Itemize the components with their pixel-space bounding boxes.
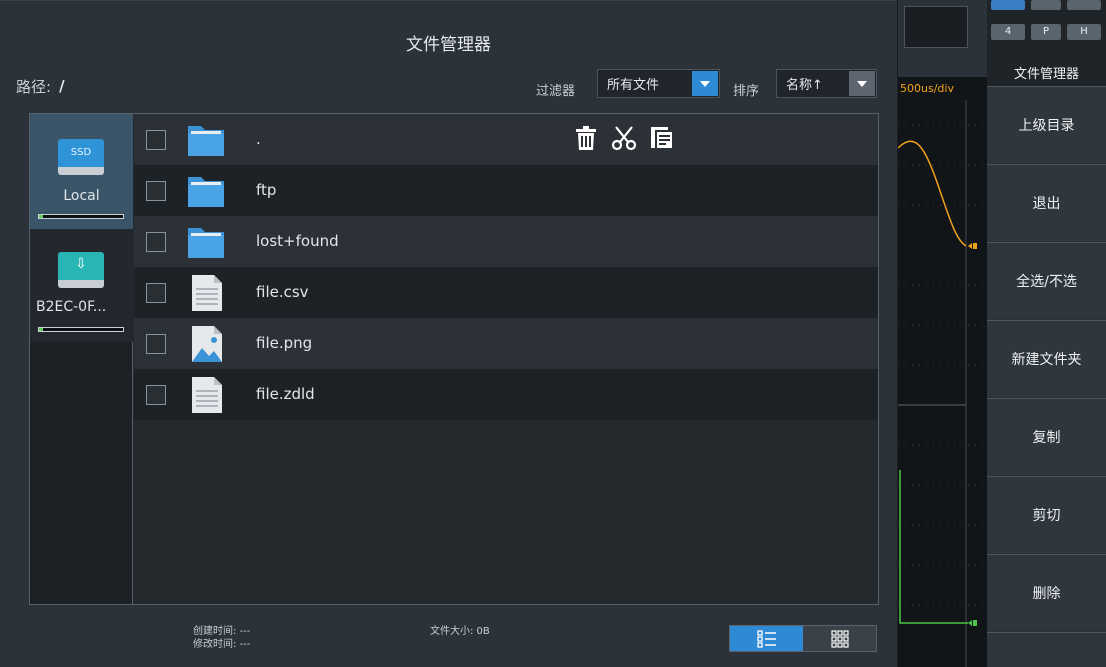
timebase-label: 500us/div [900,82,954,95]
channel-indicator [1031,0,1061,10]
path-bar: 路径: / [16,71,65,101]
menu-item-new-folder[interactable]: 新建文件夹 [987,320,1106,397]
filter-value: 所有文件 [607,78,660,93]
trigger-marker-icon [968,243,972,249]
menu-title: 文件管理器 [1013,67,1079,82]
menu-item-cut[interactable]: 剪切 [987,476,1106,553]
filter-select[interactable]: 所有文件 [597,69,720,98]
menu-item-select-all[interactable]: 全选/不选 [987,242,1106,319]
menu-item-copy[interactable]: 复制 [987,398,1106,475]
chevron-down-icon[interactable] [692,71,718,96]
checkbox[interactable] [146,283,166,303]
folder-icon [188,228,224,258]
menu-item-delete[interactable]: 删除 [987,554,1106,631]
file-manager-dialog: 文件管理器 路径: / 过滤器 所有文件 排序 名称↑ SSD Local ⇩ … [0,0,897,667]
document-icon [192,275,222,311]
trace-2 [899,470,968,624]
sort-value: 名称↑ [786,78,823,93]
scissors-icon[interactable] [610,124,638,152]
grid-view-icon [830,629,849,648]
file-actions [572,124,676,152]
file-name: lost+found [256,232,339,250]
channel-indicator [991,0,1025,10]
modified-time: 修改时间: --- [193,639,251,650]
menu-item-exit[interactable]: 退出 [987,164,1106,241]
list-view-icon [756,629,776,648]
channel-button[interactable]: 4 [991,24,1025,40]
ssd-icon-label: SSD [70,147,92,158]
scope-display [898,0,987,667]
list-item[interactable]: . [134,114,878,165]
grid-view-button[interactable] [803,626,876,651]
path-value: / [59,77,65,95]
list-item[interactable]: file.csv [134,267,878,318]
channel-button[interactable]: P [1031,24,1061,40]
list-item[interactable]: file.png [134,318,878,369]
file-list: . ftp lost+found file.csv file.png file.… [134,114,878,604]
drive-sidebar: SSD Local ⇩ B2EC-0F... [30,114,133,604]
waveform-overview [904,6,968,48]
chevron-down-icon[interactable] [849,71,875,96]
menu-item-parent-dir[interactable]: 上级目录 [987,86,1106,163]
list-item[interactable]: ftp [134,165,878,216]
usb-drive-icon: ⇩ [58,252,104,288]
checkbox[interactable] [146,334,166,354]
file-name: . [256,130,261,148]
dialog-title: 文件管理器 [406,35,491,55]
file-name: file.zdld [256,385,315,403]
waveform-plot [898,100,987,667]
drive-local[interactable]: SSD Local [30,114,133,229]
folder-icon [188,126,224,156]
channel-button[interactable]: H [1067,24,1101,40]
folder-icon [188,177,224,207]
trash-icon[interactable] [572,124,600,152]
image-file-icon [192,326,222,362]
drive-label: B2EC-0F... [36,299,107,315]
drive-usage-bar [38,327,124,332]
created-time: 创建时间: --- [193,626,251,637]
list-item[interactable]: file.zdld [134,369,878,420]
drive-label: Local [63,188,100,204]
menu-item-empty [987,632,1106,667]
checkbox[interactable] [146,232,166,252]
checkbox[interactable] [146,130,166,150]
view-toggle [729,625,877,652]
softkey-header: 4 P H 文件管理器 [987,0,1106,86]
browser-panel: SSD Local ⇩ B2EC-0F... . ftp lost+found … [29,113,879,605]
list-view-button[interactable] [730,626,803,651]
file-name: ftp [256,181,277,199]
checkbox[interactable] [146,385,166,405]
document-icon [192,377,222,413]
drive-usage-bar [38,214,124,219]
sort-select[interactable]: 名称↑ [776,69,877,98]
paste-icon[interactable] [648,124,676,152]
ssd-icon: SSD [58,139,104,175]
softkey-menu: 4 P H 文件管理器 上级目录 退出 全选/不选 新建文件夹 复制 剪切 删除 [987,0,1106,667]
file-name: file.csv [256,283,309,301]
sort-label: 排序 [733,84,760,99]
file-size: 文件大小: 0B [430,626,490,637]
trace-1 [898,140,967,247]
checkbox[interactable] [146,181,166,201]
path-label: 路径: [16,77,52,96]
drive-usb[interactable]: ⇩ B2EC-0F... [30,229,133,342]
usb-symbol-icon: ⇩ [75,256,87,272]
channel-marker-icon [968,620,972,626]
filter-label: 过滤器 [536,84,576,99]
file-name: file.png [256,334,313,352]
channel-indicator [1067,0,1101,10]
list-item[interactable]: lost+found [134,216,878,267]
